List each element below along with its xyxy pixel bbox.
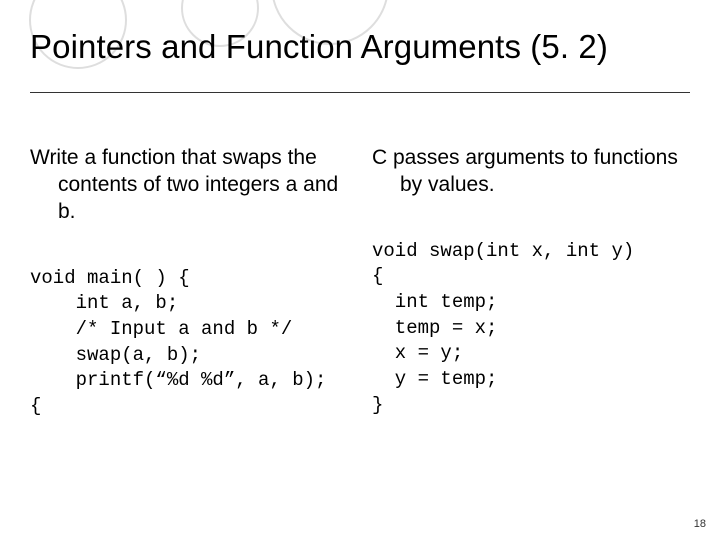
title-divider <box>30 92 690 93</box>
left-code-block: void main( ) { int a, b; /* Input a and … <box>30 266 348 420</box>
right-code-block: void swap(int x, int y) { int temp; temp… <box>372 239 690 418</box>
content-columns: Write a function that swaps the contents… <box>30 145 690 419</box>
page-number: 18 <box>694 518 706 530</box>
left-paragraph: Write a function that swaps the contents… <box>30 145 348 226</box>
right-column: C passes arguments to functions by value… <box>372 145 690 419</box>
left-column: Write a function that swaps the contents… <box>30 145 348 419</box>
right-paragraph: C passes arguments to functions by value… <box>372 145 690 199</box>
slide-title: Pointers and Function Arguments (5. 2) <box>30 28 700 66</box>
